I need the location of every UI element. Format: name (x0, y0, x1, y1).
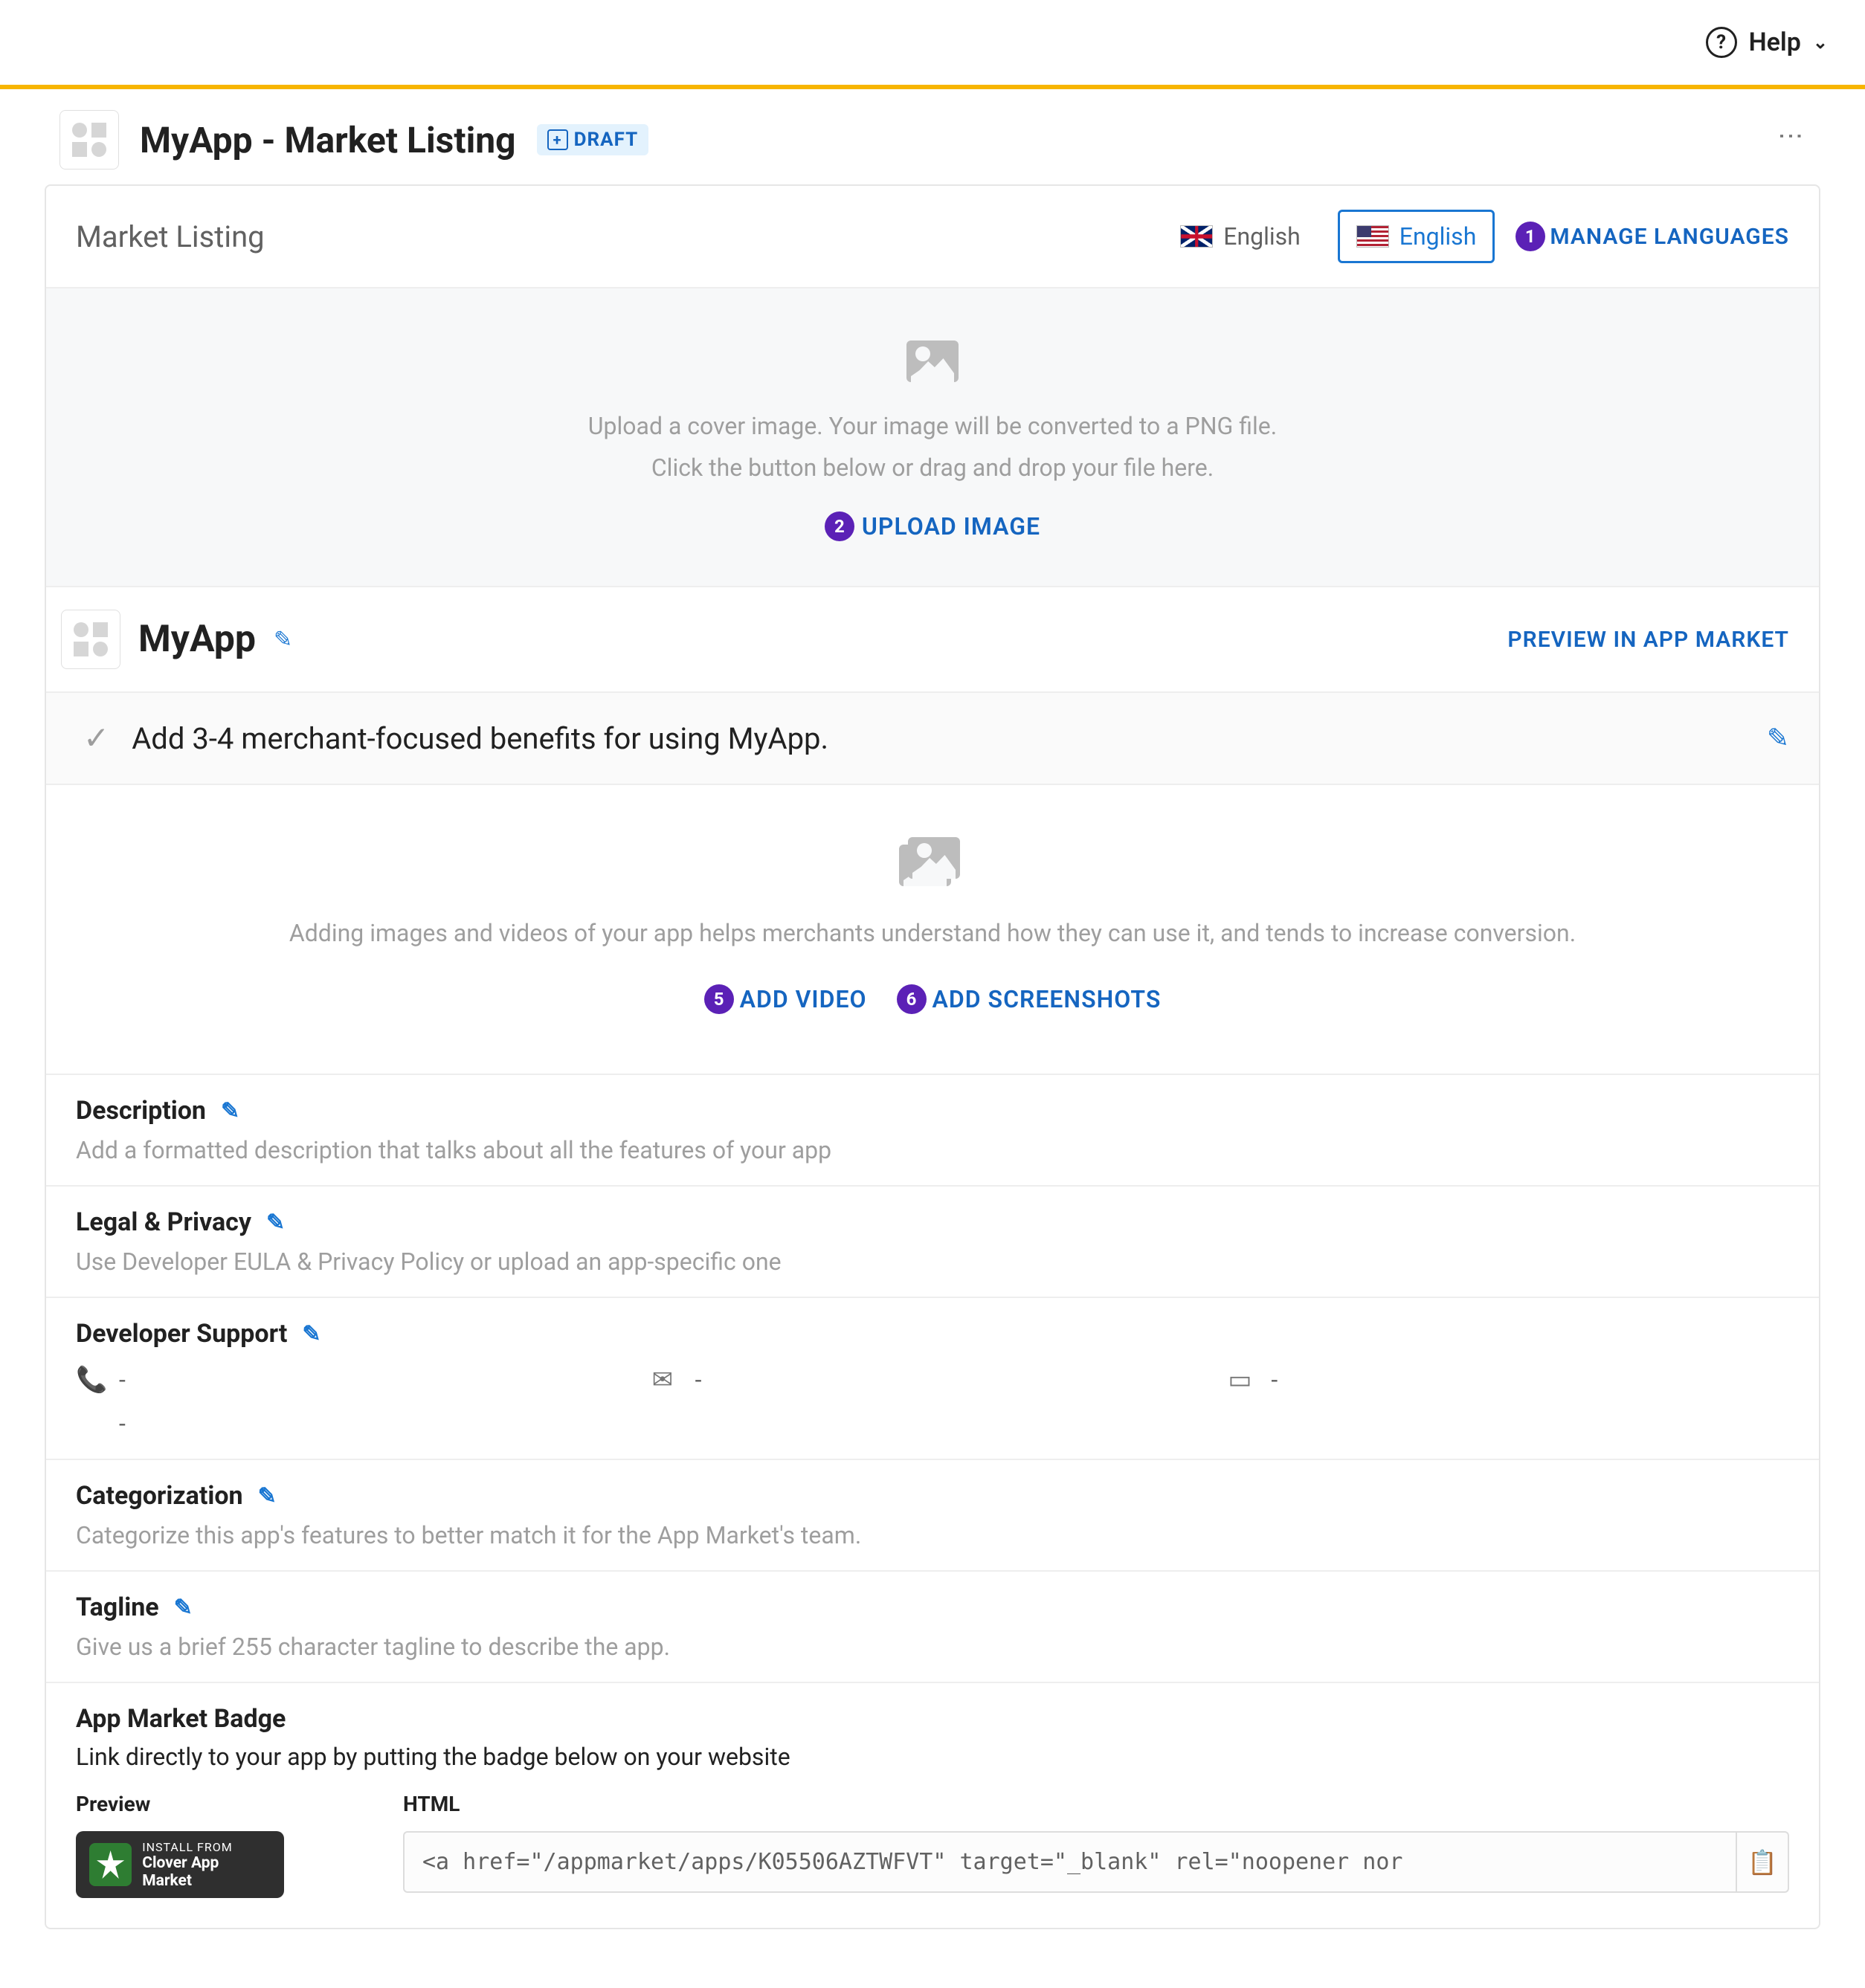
draft-label: DRAFT (574, 129, 639, 151)
uk-flag-icon (1180, 225, 1213, 248)
annotation-marker-2: 2 (825, 511, 854, 541)
support-phone-value: - (119, 1366, 126, 1394)
media-help-text: Adding images and videos of your app hel… (76, 919, 1789, 947)
description-title: Description (76, 1096, 206, 1126)
support-email-value: - (695, 1366, 702, 1394)
image-placeholder-icon (906, 341, 959, 382)
support-email: ✉ - (652, 1365, 1214, 1395)
edit-tagline-button[interactable]: ✎ (174, 1595, 193, 1621)
copy-html-button[interactable]: 📋 (1737, 1831, 1789, 1893)
cover-help-2: Click the button below or drag and drop … (76, 454, 1789, 482)
badge-preview-label: Preview (76, 1792, 358, 1816)
app-icon (59, 110, 119, 170)
us-flag-icon (1356, 225, 1389, 248)
support-phone: 📞 - (76, 1365, 637, 1395)
subheader-bar: Market Listing English English 1 MANAGE … (46, 186, 1819, 288)
annotation-marker-1: 1 (1515, 222, 1545, 251)
media-placeholder-icon (899, 837, 966, 889)
badge-bold-text: Clover App Market (142, 1854, 271, 1890)
cover-image-dropzone[interactable]: Upload a cover image. Your image will be… (46, 288, 1819, 587)
help-label: Help (1749, 28, 1801, 57)
add-video-button[interactable]: ADD VIDEO (740, 985, 867, 1013)
language-en-gb[interactable]: English (1164, 212, 1317, 261)
tagline-sub: Give us a brief 255 character tagline to… (76, 1633, 1789, 1661)
web-icon: ▭ (1228, 1365, 1257, 1395)
badge-title: App Market Badge (76, 1704, 286, 1734)
help-icon: ? (1706, 27, 1737, 58)
plus-icon: + (547, 129, 568, 150)
edit-category-button[interactable]: ✎ (258, 1483, 277, 1509)
edit-support-button[interactable]: ✎ (302, 1321, 321, 1347)
benefits-placeholder: Add 3-4 merchant-focused benefits for us… (132, 721, 1745, 756)
legal-title: Legal & Privacy (76, 1207, 251, 1237)
manage-languages-label: MANAGE LANGUAGES (1550, 224, 1789, 250)
phone-icon: 📞 (76, 1365, 106, 1395)
app-icon-small (61, 610, 120, 669)
add-screenshots-button[interactable]: ADD SCREENSHOTS (932, 985, 1162, 1013)
support-web-value: - (1271, 1366, 1278, 1394)
preview-in-market-link[interactable]: PREVIEW IN APP MARKET (1507, 627, 1789, 653)
support-web: ▭ - (1228, 1365, 1789, 1395)
cover-help-1: Upload a cover image. Your image will be… (76, 412, 1789, 440)
email-icon: ✉ (652, 1365, 682, 1395)
tagline-title: Tagline (76, 1592, 159, 1622)
page-title: MyApp - Market Listing (140, 119, 516, 161)
category-sub: Categorize this app's features to better… (76, 1521, 1789, 1549)
page-header: MyApp - Market Listing + DRAFT ⋮ (45, 89, 1820, 184)
lang-uk-label: English (1223, 222, 1301, 251)
support-extra-value: - (119, 1410, 126, 1438)
market-badge-preview: INSTALL FROM Clover App Market (76, 1831, 284, 1898)
edit-app-name-button[interactable]: ✎ (274, 627, 292, 653)
language-en-us[interactable]: English (1338, 210, 1495, 263)
clover-logo-icon (89, 1843, 132, 1886)
edit-legal-button[interactable]: ✎ (266, 1210, 285, 1236)
annotation-marker-6: 6 (897, 984, 927, 1014)
edit-benefits-button[interactable]: ✎ (1767, 723, 1789, 754)
manage-languages-link[interactable]: 1 MANAGE LANGUAGES (1515, 222, 1789, 251)
subheader-title: Market Listing (76, 219, 265, 254)
edit-description-button[interactable]: ✎ (221, 1098, 239, 1124)
badge-html-input[interactable] (403, 1831, 1737, 1893)
description-sub: Add a formatted description that talks a… (76, 1136, 1789, 1164)
chevron-down-icon: ⌄ (1813, 32, 1828, 53)
badge-sub: Link directly to your app by putting the… (76, 1743, 1789, 1771)
legal-sub: Use Developer EULA & Privacy Policy or u… (76, 1248, 1789, 1276)
overflow-menu-button[interactable]: ⋮ (1776, 123, 1806, 150)
draft-badge: + DRAFT (537, 124, 649, 155)
annotation-marker-5: 5 (704, 984, 734, 1014)
media-dropzone: Adding images and videos of your app hel… (46, 785, 1819, 1075)
badge-small-text: INSTALL FROM (142, 1840, 271, 1854)
badge-html-label: HTML (403, 1792, 1789, 1816)
support-title: Developer Support (76, 1319, 287, 1349)
help-button[interactable]: ? Help ⌄ (1706, 27, 1828, 58)
lang-us-label: English (1399, 222, 1477, 251)
support-extra: - (76, 1410, 637, 1438)
check-icon: ✓ (83, 720, 109, 757)
upload-image-button[interactable]: UPLOAD IMAGE (862, 512, 1040, 540)
app-name: MyApp (138, 618, 256, 661)
category-title: Categorization (76, 1481, 243, 1511)
